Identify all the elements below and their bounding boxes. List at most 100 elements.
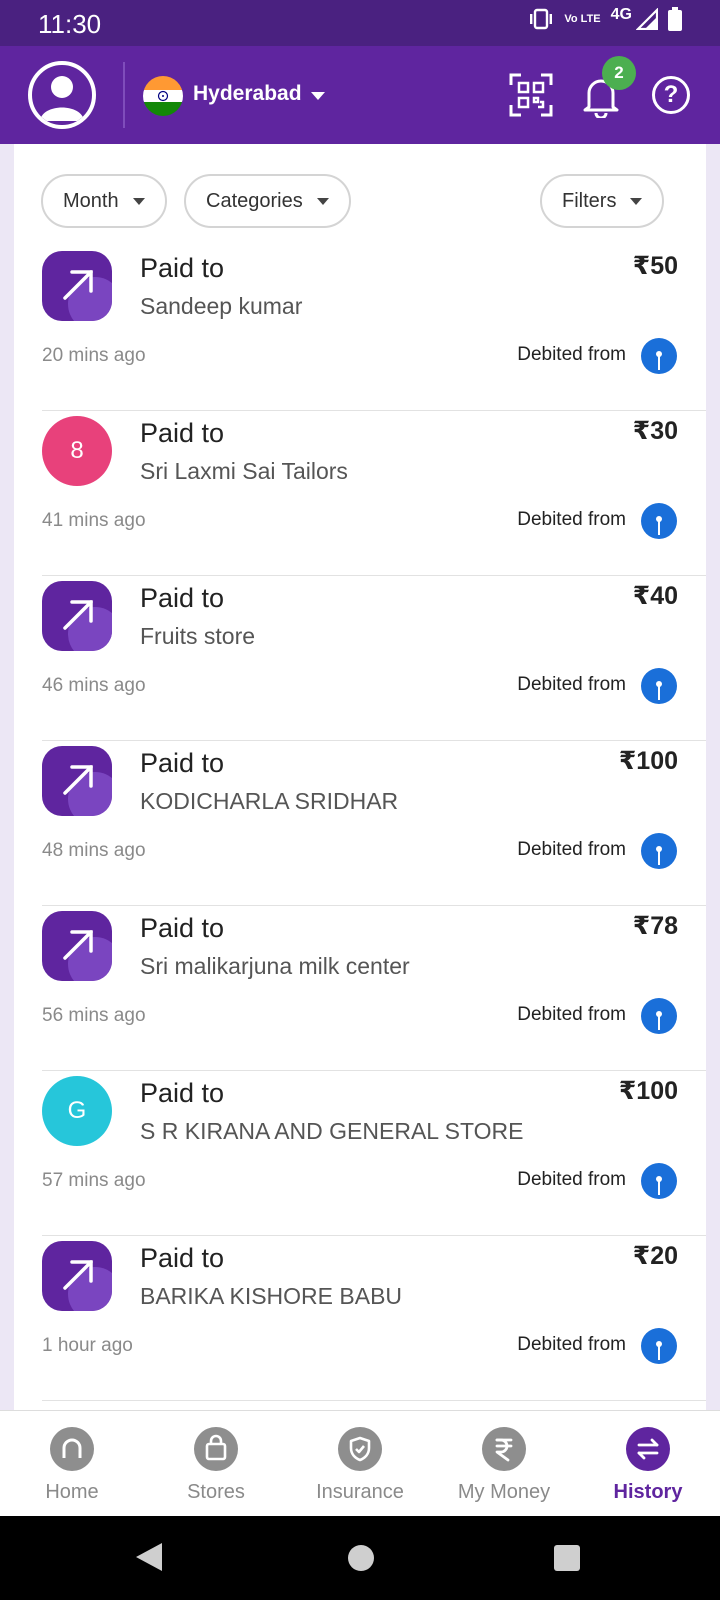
bank-icon: [641, 1163, 677, 1199]
nav-stores-label: Stores: [187, 1481, 245, 1503]
transaction-row[interactable]: Paid to ₹78 Sri malikarjuna milk center …: [14, 903, 706, 1071]
recent-apps-icon[interactable]: [554, 1545, 580, 1571]
arrow-up-right-icon: [42, 746, 112, 816]
bank-icon: [641, 338, 677, 374]
nav-home[interactable]: Home: [0, 1411, 144, 1517]
status-bar: 11:30 Vo LTE 4G: [0, 0, 720, 46]
month-filter-label: Month: [63, 189, 119, 212]
nav-insurance-label: Insurance: [316, 1481, 404, 1503]
transaction-type: Paid to: [140, 748, 225, 778]
transaction-row[interactable]: Paid to ₹100 KODICHARLA SRIDHAR 48 mins …: [14, 738, 706, 906]
transaction-amount: ₹78: [632, 912, 678, 940]
arrow-up-right-icon: [42, 911, 112, 981]
bank-icon: [641, 668, 677, 704]
back-icon[interactable]: [136, 1543, 162, 1571]
transaction-amount: ₹20: [632, 1242, 678, 1270]
help-icon[interactable]: ?: [652, 76, 690, 114]
transaction-type: Paid to: [140, 1243, 225, 1273]
transaction-row[interactable]: G Paid to ₹100 S R KIRANA AND GENERAL ST…: [14, 1068, 706, 1236]
shopping-bag-icon: [194, 1427, 238, 1471]
debited-from-label: Debited from: [517, 509, 626, 530]
payee-name: KODICHARLA SRIDHAR: [140, 788, 399, 814]
transaction-history-card: Month Categories Filters Paid to ₹50 San…: [14, 144, 706, 1410]
vibrate-icon: [530, 8, 553, 30]
payee-avatar: G: [42, 1076, 112, 1146]
chevron-down-icon: [316, 197, 329, 205]
shield-check-icon: [338, 1427, 382, 1471]
payee-name: Sri Laxmi Sai Tailors: [140, 458, 348, 484]
payee-name: Sandeep kumar: [140, 293, 303, 319]
payee-name: S R KIRANA AND GENERAL STORE: [140, 1118, 524, 1144]
transaction-time: 56 mins ago: [42, 1005, 146, 1026]
qr-scan-icon[interactable]: [509, 73, 553, 117]
transaction-amount: ₹30: [632, 417, 678, 445]
transaction-time: 48 mins ago: [42, 840, 146, 861]
payee-avatar: 8: [42, 416, 112, 486]
nav-home-label: Home: [45, 1481, 99, 1503]
row-divider: [42, 1400, 706, 1401]
transaction-time: 20 mins ago: [42, 345, 146, 366]
payee-name: Sri malikarjuna milk center: [140, 953, 410, 979]
transaction-amount: ₹100: [618, 747, 678, 775]
arrow-up-right-icon: [42, 581, 112, 651]
transaction-type: Paid to: [140, 1078, 225, 1108]
transaction-amount: ₹40: [632, 582, 678, 610]
transaction-type: Paid to: [140, 418, 225, 448]
nav-stores[interactable]: Stores: [144, 1411, 288, 1517]
payee-name: BARIKA KISHORE BABU: [140, 1283, 403, 1309]
transaction-type: Paid to: [140, 253, 225, 283]
transaction-time: 57 mins ago: [42, 1170, 146, 1191]
bank-icon: [641, 1328, 677, 1364]
volte-icon: Vo LTE: [564, 12, 601, 25]
transaction-time: 41 mins ago: [42, 510, 146, 531]
avatar-icon[interactable]: [28, 61, 96, 129]
payee-name: Fruits store: [140, 623, 256, 649]
nav-insurance[interactable]: Insurance: [288, 1411, 432, 1517]
debited-from-label: Debited from: [517, 674, 626, 695]
chevron-down-icon: [132, 197, 145, 205]
categories-filter-label: Categories: [206, 189, 303, 212]
transaction-type: Paid to: [140, 583, 225, 613]
home-icon: [50, 1427, 94, 1471]
notification-badge: 2: [602, 56, 636, 90]
bottom-navigation: Home Stores Insurance My Money History: [0, 1410, 720, 1516]
app-header: Hyderabad 2 ?: [0, 46, 720, 144]
battery-icon: [668, 7, 682, 31]
home-button-icon[interactable]: [348, 1545, 374, 1571]
chevron-down-icon: [630, 197, 643, 205]
transaction-row[interactable]: Paid to ₹40 Fruits store 46 mins ago Deb…: [14, 573, 706, 741]
transaction-row[interactable]: Paid to ₹20 BARIKA KISHORE BABU 1 hour a…: [14, 1233, 706, 1401]
debited-from-label: Debited from: [517, 1004, 626, 1025]
signal-icon: [636, 8, 658, 30]
bank-icon: [641, 998, 677, 1034]
arrow-up-right-icon: [42, 1241, 112, 1311]
header-divider: [123, 62, 125, 128]
transaction-time: 46 mins ago: [42, 675, 146, 696]
arrow-up-right-icon: [42, 251, 112, 321]
india-flag-icon[interactable]: [143, 76, 183, 116]
filters-label: Filters: [562, 189, 617, 212]
debited-from-label: Debited from: [517, 1334, 626, 1355]
nav-history-label: History: [613, 1481, 683, 1503]
filters-button[interactable]: Filters: [540, 174, 665, 228]
transaction-amount: ₹50: [632, 252, 678, 280]
city-selector[interactable]: Hyderabad: [193, 82, 302, 106]
swap-arrows-icon: [626, 1427, 670, 1471]
nav-my-money-label: My Money: [457, 1481, 551, 1503]
transaction-type: Paid to: [140, 913, 225, 943]
network-type-label: 4G: [610, 6, 632, 23]
categories-filter-button[interactable]: Categories: [184, 174, 351, 228]
transaction-row[interactable]: 8 Paid to ₹30 Sri Laxmi Sai Tailors 41 m…: [14, 408, 706, 576]
bank-icon: [641, 503, 677, 539]
nav-my-money[interactable]: My Money: [432, 1411, 576, 1517]
status-icons: Vo LTE 4G: [528, 6, 682, 31]
chevron-down-icon[interactable]: [311, 92, 325, 100]
transaction-amount: ₹100: [618, 1077, 678, 1105]
nav-history[interactable]: History: [576, 1411, 720, 1517]
rupee-icon: [482, 1427, 526, 1471]
debited-from-label: Debited from: [517, 1169, 626, 1190]
system-navigation-bar: [0, 1516, 720, 1600]
month-filter-button[interactable]: Month: [41, 174, 167, 228]
debited-from-label: Debited from: [517, 344, 626, 365]
transaction-row[interactable]: Paid to ₹50 Sandeep kumar 20 mins ago De…: [14, 243, 706, 411]
